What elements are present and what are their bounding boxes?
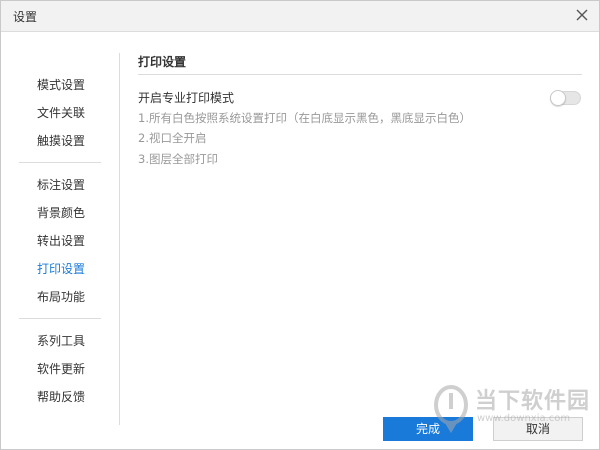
section-title: 打印设置 [138, 55, 187, 69]
window-title: 设置 [13, 10, 38, 24]
sidebar-item-export-settings[interactable]: 转出设置 [19, 227, 101, 255]
section-divider [138, 74, 582, 75]
sidebar-item-mode-settings[interactable]: 模式设置 [19, 71, 101, 99]
sidebar-item-software-update[interactable]: 软件更新 [19, 355, 101, 383]
done-button[interactable]: 完成 [383, 417, 473, 441]
sidebar-divider [19, 162, 101, 163]
close-icon [576, 9, 588, 21]
sidebar-item-series-tools[interactable]: 系列工具 [19, 327, 101, 355]
settings-sidebar: 模式设置 文件关联 触摸设置 标注设置 背景颜色 转出设置 打印设置 布局功能 … [19, 71, 101, 411]
sidebar-separator-line [119, 53, 120, 425]
close-button[interactable] [571, 4, 593, 26]
sidebar-item-print-settings[interactable]: 打印设置 [19, 255, 101, 283]
watermark-text: 当下软件园 [475, 389, 591, 414]
sidebar-item-layout-functions[interactable]: 布局功能 [19, 283, 101, 311]
cancel-button[interactable]: 取消 [493, 417, 583, 441]
sidebar-item-annotation-settings[interactable]: 标注设置 [19, 171, 101, 199]
sidebar-divider [19, 318, 101, 319]
settings-dialog: 设置 模式设置 文件关联 触摸设置 标注设置 背景颜色 转出设置 打印设置 布局… [0, 0, 600, 450]
pro-print-mode-label: 开启专业打印模式 [138, 91, 235, 105]
description-line-1: 1.所有白色按照系统设置打印（在白底显示黑色，黑底显示白色） [138, 111, 471, 125]
toggle-knob [550, 90, 566, 106]
sidebar-item-background-color[interactable]: 背景颜色 [19, 199, 101, 227]
sidebar-item-touch-settings[interactable]: 触摸设置 [19, 127, 101, 155]
description-line-3: 3.图层全部打印 [138, 152, 218, 166]
sidebar-item-file-association[interactable]: 文件关联 [19, 99, 101, 127]
description-line-2: 2.视口全开启 [138, 131, 207, 145]
title-bar: 设置 [1, 1, 599, 32]
pro-print-mode-toggle[interactable] [550, 90, 581, 106]
sidebar-item-help-feedback[interactable]: 帮助反馈 [19, 383, 101, 411]
